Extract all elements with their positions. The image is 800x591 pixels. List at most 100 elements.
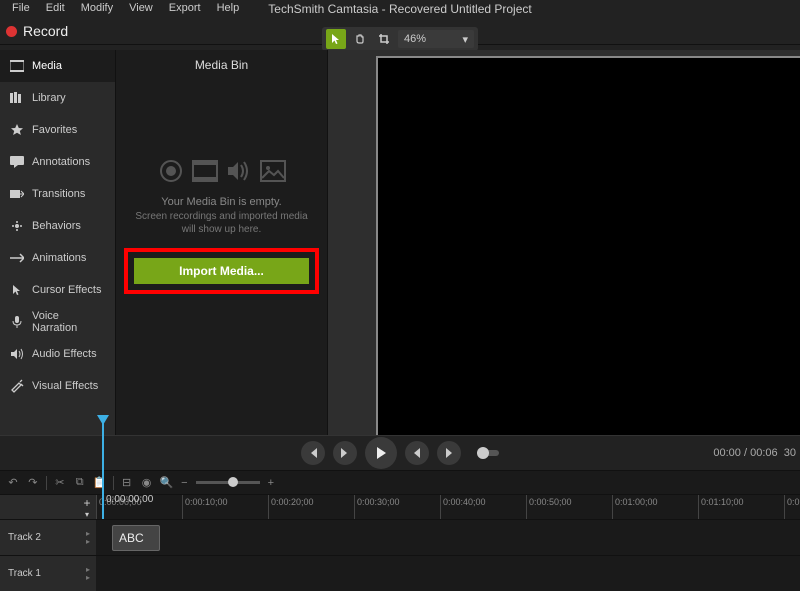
timeline-zoom-out[interactable]: − — [181, 477, 187, 489]
track-labels: Track 2 ▸▸ Track 1 ▸▸ — [0, 519, 96, 591]
zoom-select[interactable]: 46% ▾ — [398, 30, 474, 48]
playhead-time: 0:00:00;00 — [106, 494, 153, 505]
tool-pan[interactable] — [350, 29, 370, 49]
timeline-ruler[interactable]: 0:00:00;00 0:00:10;00 0:00:20;00 0:00:30… — [96, 495, 800, 519]
empty-text-2: Screen recordings and imported media wil… — [130, 210, 313, 236]
import-media-button[interactable]: Import Media... — [134, 258, 309, 284]
menu-modify[interactable]: Modify — [73, 0, 121, 18]
sidebar-library[interactable]: Library — [0, 82, 115, 114]
sidebar-annotations-label: Annotations — [32, 156, 90, 168]
sidebar-audio-effects-label: Audio Effects — [32, 348, 97, 360]
split-button[interactable]: ⊟ — [120, 476, 134, 490]
annotations-icon — [10, 156, 24, 168]
add-track-button[interactable]: +▾ — [78, 495, 96, 519]
sidebar-cursor-effects-label: Cursor Effects — [32, 284, 102, 296]
sound-icon — [225, 158, 253, 184]
sidebar-annotations[interactable]: Annotations — [0, 146, 115, 178]
next-frame-button[interactable] — [333, 441, 357, 465]
track-toggle-icon[interactable]: ▸▸ — [86, 530, 90, 546]
ruler-tick: 0:00:30;00 — [354, 495, 440, 519]
empty-text-1: Your Media Bin is empty. — [130, 196, 313, 208]
record-button[interactable]: Record — [6, 23, 68, 39]
transitions-icon — [10, 188, 24, 200]
track-2-name: Track 2 — [8, 532, 41, 543]
playback-scrubber[interactable] — [477, 450, 499, 456]
visual-effects-icon — [10, 379, 24, 393]
timeline-zoom-in[interactable]: + — [268, 477, 274, 489]
behaviors-icon — [10, 219, 24, 233]
timeline-clip[interactable]: ABC — [112, 525, 160, 551]
redo-button[interactable]: ↷ — [26, 476, 40, 490]
audio-effects-icon — [10, 348, 24, 360]
timeline-zoom-icon: 🔍 — [159, 476, 173, 489]
step-forward-button[interactable] — [437, 441, 461, 465]
step-back-button[interactable] — [405, 441, 429, 465]
ruler-tick: 0:01: — [784, 495, 800, 519]
sidebar-cursor-effects[interactable]: Cursor Effects — [0, 274, 115, 306]
sidebar-animations[interactable]: Animations — [0, 242, 115, 274]
cut-button[interactable]: ✂ — [53, 476, 67, 490]
track-1[interactable] — [96, 555, 800, 591]
menu-edit[interactable]: Edit — [38, 0, 73, 18]
prev-frame-button[interactable] — [301, 441, 325, 465]
playhead[interactable] — [102, 423, 104, 519]
track-2[interactable]: ABC — [96, 519, 800, 555]
media-bin-empty: Your Media Bin is empty. Screen recordin… — [116, 158, 327, 236]
snapshot-button[interactable]: ◉ — [140, 476, 154, 490]
chevron-down-icon: ▾ — [462, 33, 468, 46]
library-icon — [10, 92, 24, 104]
sidebar-media[interactable]: Media — [0, 50, 115, 82]
menu-file[interactable]: File — [4, 0, 38, 18]
track-label-2[interactable]: Track 2 ▸▸ — [0, 519, 96, 555]
menu-view[interactable]: View — [121, 0, 161, 18]
sidebar-visual-effects-label: Visual Effects — [32, 380, 98, 392]
sidebar-transitions-label: Transitions — [32, 188, 85, 200]
ruler-tick: 0:00:50;00 — [526, 495, 612, 519]
media-bin-title: Media Bin — [116, 50, 327, 80]
app-title: TechSmith Camtasia - Recovered Untitled … — [268, 2, 531, 16]
media-icon — [10, 60, 24, 72]
sidebar-visual-effects[interactable]: Visual Effects — [0, 370, 115, 402]
sidebar-library-label: Library — [32, 92, 66, 104]
ruler-tick: 0:01:00;00 — [612, 495, 698, 519]
track-1-name: Track 1 — [8, 568, 41, 579]
playback-bar: 00:00 / 00:06 30 — [0, 435, 800, 471]
timeline-zoom-slider[interactable] — [196, 481, 260, 484]
sidebar-behaviors-label: Behaviors — [32, 220, 81, 232]
sidebar-behaviors[interactable]: Behaviors — [0, 210, 115, 242]
sidebar-audio-effects[interactable]: Audio Effects — [0, 338, 115, 370]
ruler-tick: 0:00:10;00 — [182, 495, 268, 519]
record-outline-icon — [157, 158, 185, 184]
ruler-tick: 0:00:40;00 — [440, 495, 526, 519]
sidebar-favorites-label: Favorites — [32, 124, 77, 136]
copy-button[interactable]: ⧉ — [73, 476, 87, 490]
menu-help[interactable]: Help — [209, 0, 248, 18]
zoom-value: 46% — [404, 33, 426, 45]
ruler-tick: 0:00:20;00 — [268, 495, 354, 519]
cursor-effects-icon — [10, 283, 24, 297]
image-icon — [259, 158, 287, 184]
tool-select[interactable] — [326, 29, 346, 49]
sidebar-voice-narration-label: Voice Narration — [32, 310, 105, 334]
tool-crop[interactable] — [374, 29, 394, 49]
film-icon — [191, 158, 219, 184]
paste-button[interactable]: 📋 — [93, 476, 107, 490]
ruler-tick: 0:01:10;00 — [698, 495, 784, 519]
record-icon — [6, 26, 17, 37]
star-icon — [10, 123, 24, 137]
track-label-1[interactable]: Track 1 ▸▸ — [0, 555, 96, 591]
sidebar-media-label: Media — [32, 60, 62, 72]
track-toggle-icon[interactable]: ▸▸ — [86, 566, 90, 582]
import-highlight: Import Media... — [124, 248, 319, 294]
sidebar-favorites[interactable]: Favorites — [0, 114, 115, 146]
canvas-toolbox: 46% ▾ — [322, 27, 478, 51]
timeline-tracks[interactable]: ABC — [96, 519, 800, 591]
animations-icon — [10, 253, 24, 263]
sidebar-transitions[interactable]: Transitions — [0, 178, 115, 210]
play-button[interactable] — [365, 437, 397, 469]
sidebar-voice-narration[interactable]: Voice Narration — [0, 306, 115, 338]
menu-export[interactable]: Export — [161, 0, 209, 18]
undo-button[interactable]: ↶ — [6, 476, 20, 490]
playback-time: 00:00 / 00:06 30 — [713, 447, 796, 459]
sidebar-animations-label: Animations — [32, 252, 86, 264]
